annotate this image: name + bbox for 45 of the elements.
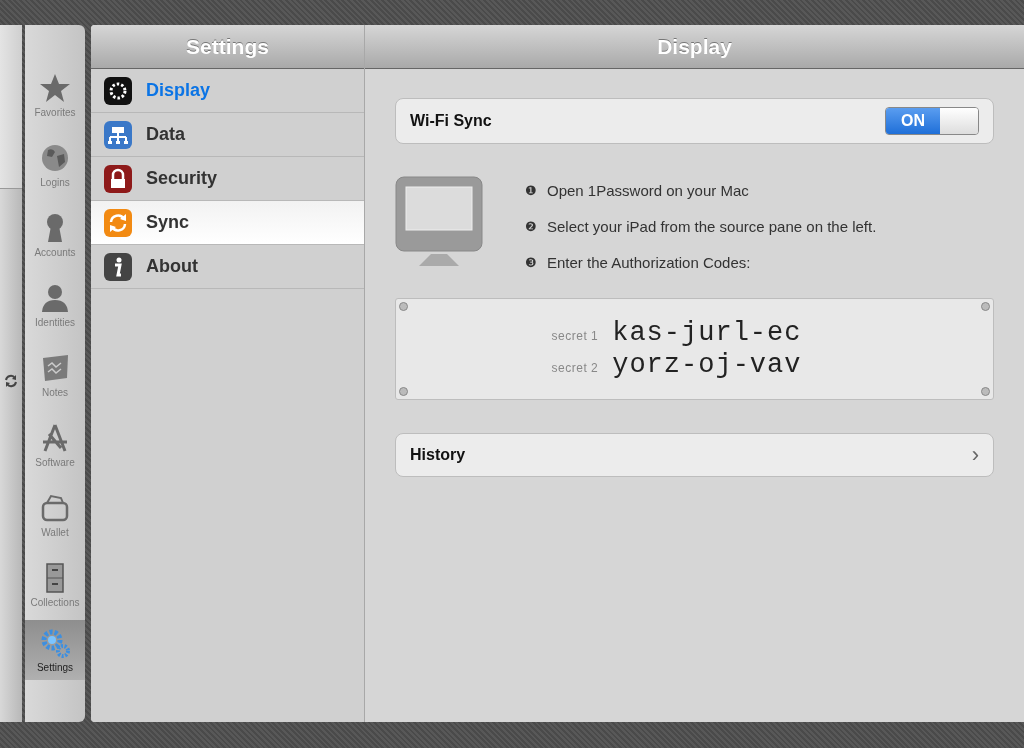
sync-icon	[104, 208, 132, 237]
dots-ring-icon	[104, 76, 132, 105]
step-number: ❶	[525, 183, 538, 198]
secret-label: secret 2	[551, 361, 599, 375]
wallet-icon	[39, 492, 71, 524]
tab-bar-item[interactable]: Settings	[25, 620, 85, 680]
star-icon	[39, 72, 71, 104]
step-text: Open 1Password on your Mac	[547, 182, 749, 199]
history-row[interactable]: History ›	[395, 433, 994, 477]
chevron-icon: ›	[971, 442, 979, 468]
screw-icon	[981, 302, 990, 311]
sidebar-title: Settings	[91, 25, 364, 69]
step-text: Select your iPad from the source pane on the left.	[547, 218, 877, 235]
tab-bar-item[interactable]: Identities	[25, 270, 85, 340]
hierarchy-icon	[104, 120, 132, 149]
lock-icon	[104, 164, 132, 193]
globe-icon	[39, 142, 71, 174]
tab-bar-item[interactable]: Favorites	[25, 60, 85, 130]
tab-bar-item[interactable]: Collections	[25, 550, 85, 620]
sidebar-item[interactable]: Data	[91, 113, 364, 157]
tab-bar-item[interactable]: Accounts	[25, 200, 85, 270]
step-number: ❸	[525, 255, 538, 270]
wifi-sync-label: Wi-Fi Sync	[410, 112, 493, 130]
tab-bar-item[interactable]: Notes	[25, 340, 85, 410]
sidebar-item[interactable]: About	[91, 245, 364, 289]
info-icon	[104, 252, 132, 281]
monitor-icon	[395, 176, 483, 268]
secret-code: yorz-oj-vav	[612, 350, 802, 380]
screw-icon	[981, 387, 990, 396]
secret-code: kas-jurl-ec	[612, 318, 802, 348]
tab-bar-item[interactable]: Logins	[25, 130, 85, 200]
person-icon	[39, 282, 71, 314]
screw-icon	[399, 387, 408, 396]
gears-icon	[39, 627, 71, 659]
page-title: Display	[365, 25, 1024, 69]
screw-icon	[399, 302, 408, 311]
sync-icon[interactable]	[4, 373, 18, 388]
secret-label: secret 1	[551, 329, 599, 343]
toggle-switch[interactable]: ON	[885, 107, 979, 135]
step-number: ❷	[525, 219, 538, 234]
step-text: Enter the Authorization Codes:	[547, 254, 751, 271]
tab-bar-item[interactable]: Software	[25, 410, 85, 480]
sidebar-item[interactable]: Sync	[91, 201, 364, 245]
sidebar-item[interactable]: Display	[91, 69, 364, 113]
tab-bar-item[interactable]: Wallet	[25, 480, 85, 550]
